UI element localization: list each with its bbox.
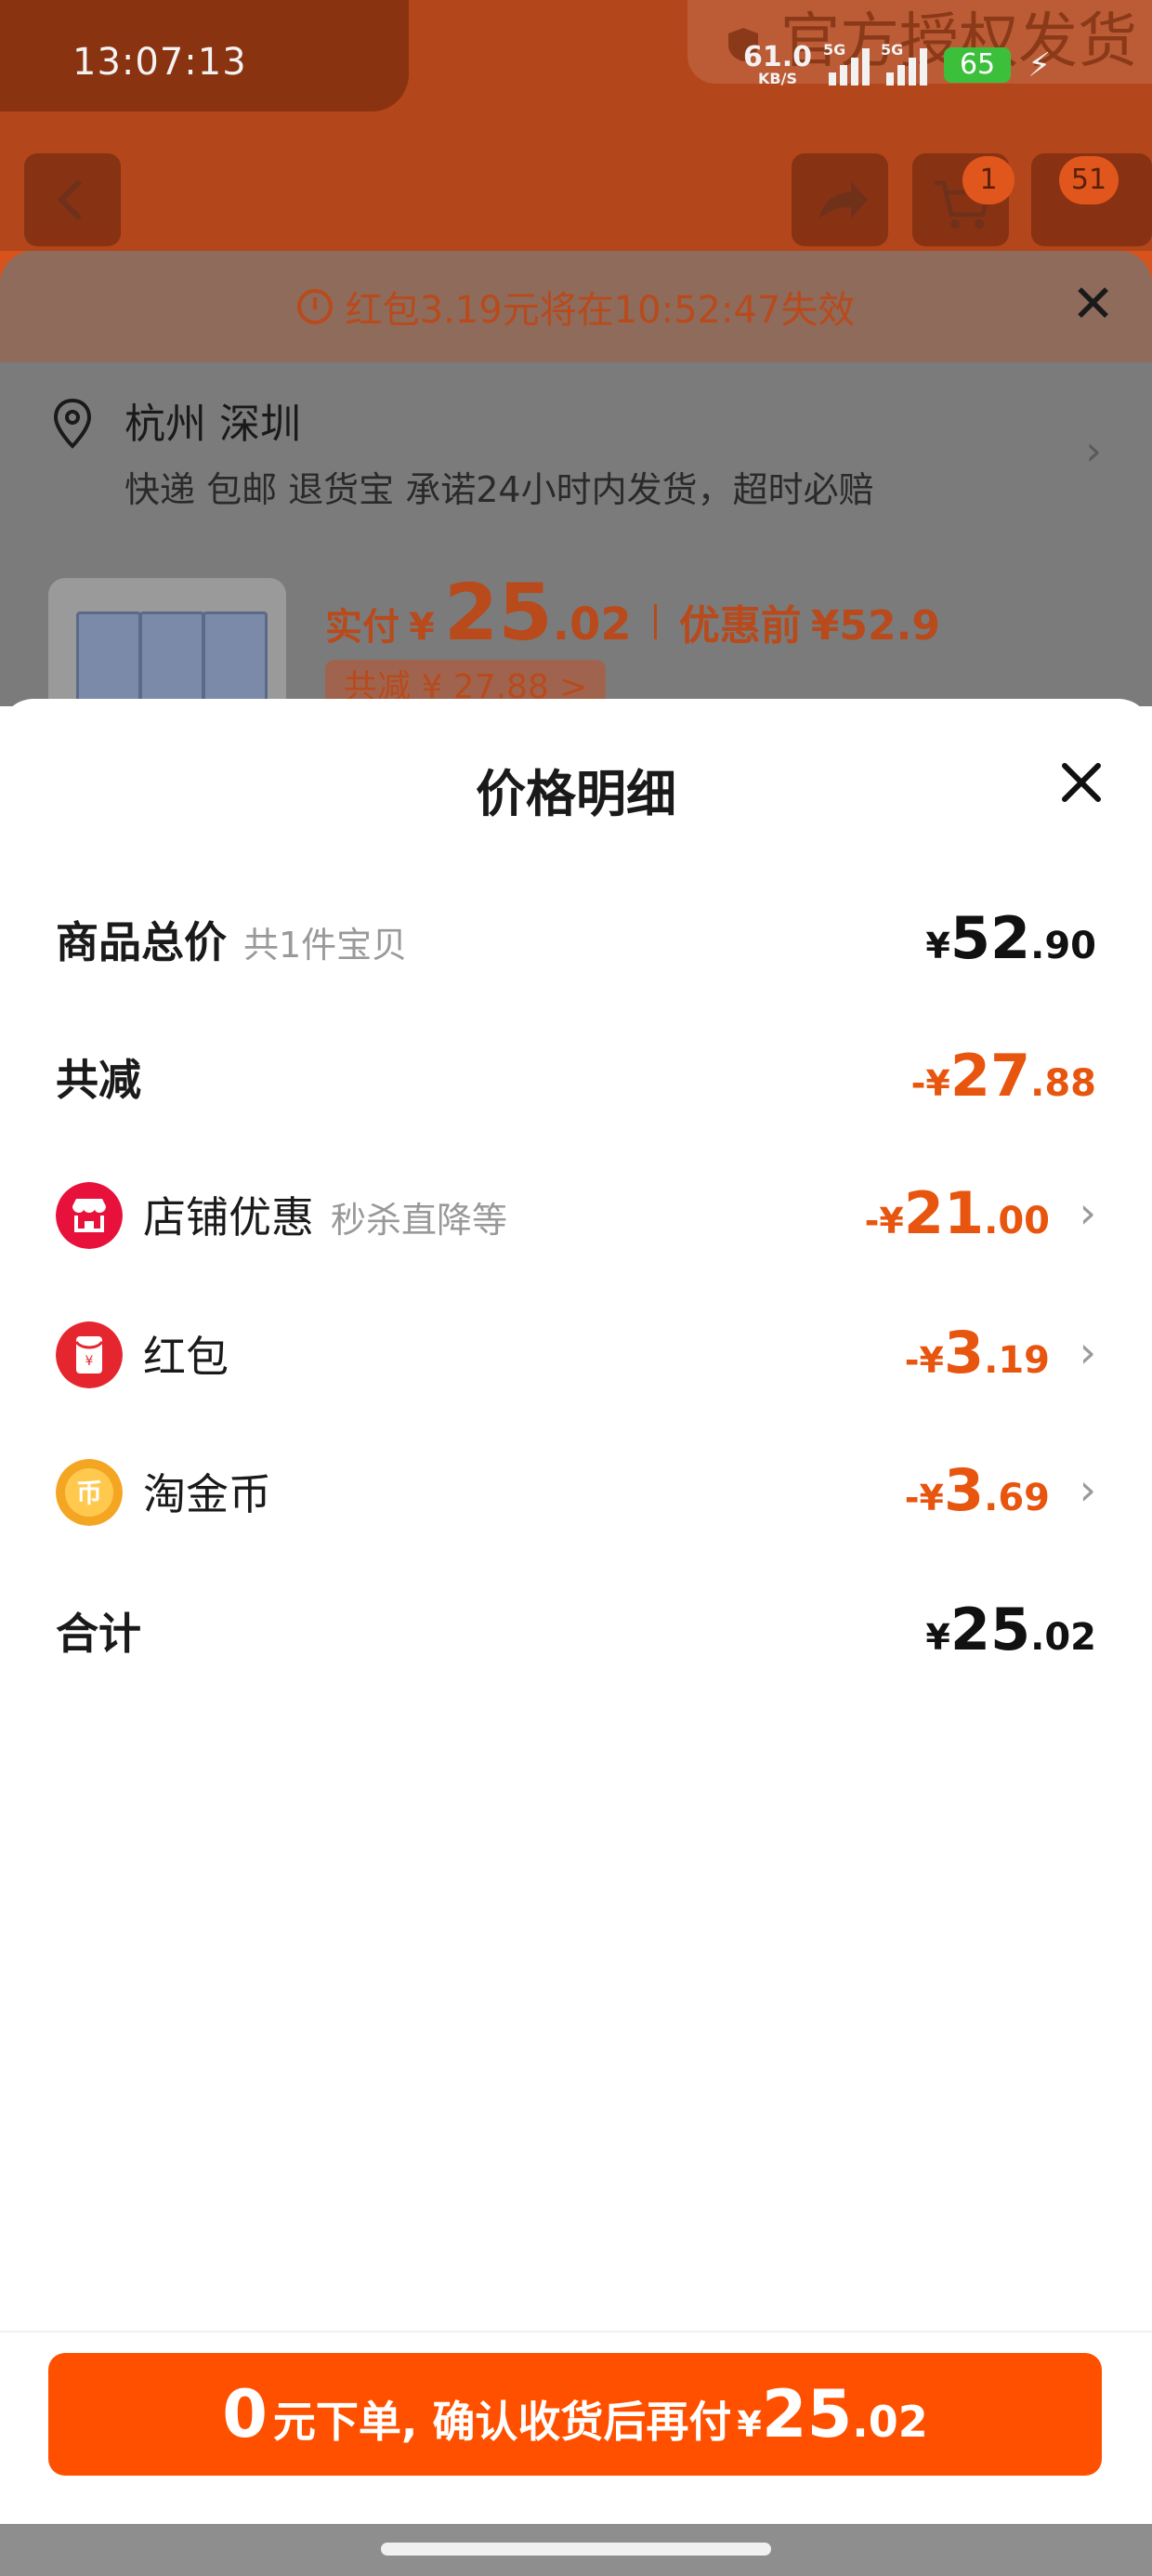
gesture-area xyxy=(0,2524,1152,2576)
chevron-right-icon: › xyxy=(1085,427,1102,475)
chevron-right-icon: › xyxy=(1079,1465,1096,1515)
sheet-title: 价格明细 xyxy=(476,765,676,823)
status-time: 13:07:13 xyxy=(72,41,247,84)
shipping-description: 快递 包邮 退货宝 承诺24小时内发货，超时必赔 xyxy=(124,469,874,510)
red-packet-expiry-notice: 红包3.19元将在10:52:47失效 ✕ xyxy=(0,251,1152,362)
share-button[interactable] xyxy=(792,153,888,246)
location-pin-icon xyxy=(53,398,92,449)
chevron-left-icon xyxy=(57,178,83,221)
coin-discount-amount: -¥3.69 xyxy=(904,1456,1050,1524)
row-red-packet[interactable]: ¥ 红包 -¥3.19 › xyxy=(56,1316,1096,1390)
message-badge: 51 xyxy=(1059,156,1119,204)
clock-icon xyxy=(296,289,333,324)
signal-icon: 5G xyxy=(823,41,871,85)
grand-total-amount: ¥25.02 xyxy=(925,1596,1096,1663)
status-indicators: 61.0 KB/S 5G 5G 65 ⚡ xyxy=(743,37,1051,93)
goods-total-amount: ¥52.90 xyxy=(925,904,1096,972)
close-icon[interactable]: ✕ xyxy=(1071,277,1115,333)
share-icon xyxy=(819,181,868,218)
battery-icon: 65 xyxy=(944,47,1012,83)
price-detail-sheet: 价格明细 商品总价 共1件宝贝 ¥52.90 共减 -¥27.88 店铺优惠 秒杀直… xyxy=(0,699,1152,2576)
row-goods-total: 商品总价 共1件宝贝 ¥52.90 xyxy=(56,901,1096,976)
row-taobao-coins[interactable]: 币 淘金币 -¥3.69 › xyxy=(56,1453,1096,1528)
paid-price: 实付 ¥ 25.02 优惠前 ¥52.9 xyxy=(325,567,940,658)
svg-text:¥: ¥ xyxy=(85,1354,94,1369)
footer-divider xyxy=(0,2331,1152,2333)
cart-badge: 1 xyxy=(962,156,1015,204)
place-order-button[interactable]: 0 元下单, 确认收货后再付 ¥ 25 .02 xyxy=(48,2353,1102,2476)
svg-text:币: 币 xyxy=(76,1478,102,1508)
red-packet-icon: ¥ xyxy=(56,1321,123,1388)
row-store-discount[interactable]: 店铺优惠 秒杀直降等 -¥21.00 › xyxy=(56,1176,1096,1251)
red-packet-amount: -¥3.19 xyxy=(904,1319,1050,1387)
signal-icon: 5G xyxy=(881,41,928,85)
address-city: 杭州 深圳 xyxy=(124,401,301,448)
order-card: 红包3.19元将在10:52:47失效 ✕ 杭州 深圳 快递 包邮 退货宝 承诺… xyxy=(0,251,1152,706)
home-indicator[interactable] xyxy=(381,2543,771,2556)
background-page: 官方授权发货 13:07:13 61.0 KB/S 5G 5G 65 ⚡ 1 5… xyxy=(0,0,1152,706)
row-grand-total: 合计 ¥25.02 xyxy=(56,1593,1096,1667)
charging-icon: ⚡ xyxy=(1028,46,1052,85)
store-icon xyxy=(56,1182,123,1249)
chevron-right-icon: › xyxy=(1079,1188,1096,1238)
notice-text: 红包3.19元将在10:52:47失效 xyxy=(345,289,856,332)
row-total-discount: 共减 -¥27.88 xyxy=(56,1039,1096,1113)
chevron-right-icon: › xyxy=(1079,1327,1096,1377)
network-speed: 61.0 KB/S xyxy=(743,41,813,87)
total-discount-amount: -¥27.88 xyxy=(910,1042,1096,1110)
store-discount-amount: -¥21.00 xyxy=(864,1179,1050,1247)
coin-icon: 币 xyxy=(56,1459,123,1526)
product-thumbnail xyxy=(48,578,286,706)
back-button[interactable] xyxy=(24,153,121,246)
close-icon[interactable] xyxy=(1054,755,1109,810)
